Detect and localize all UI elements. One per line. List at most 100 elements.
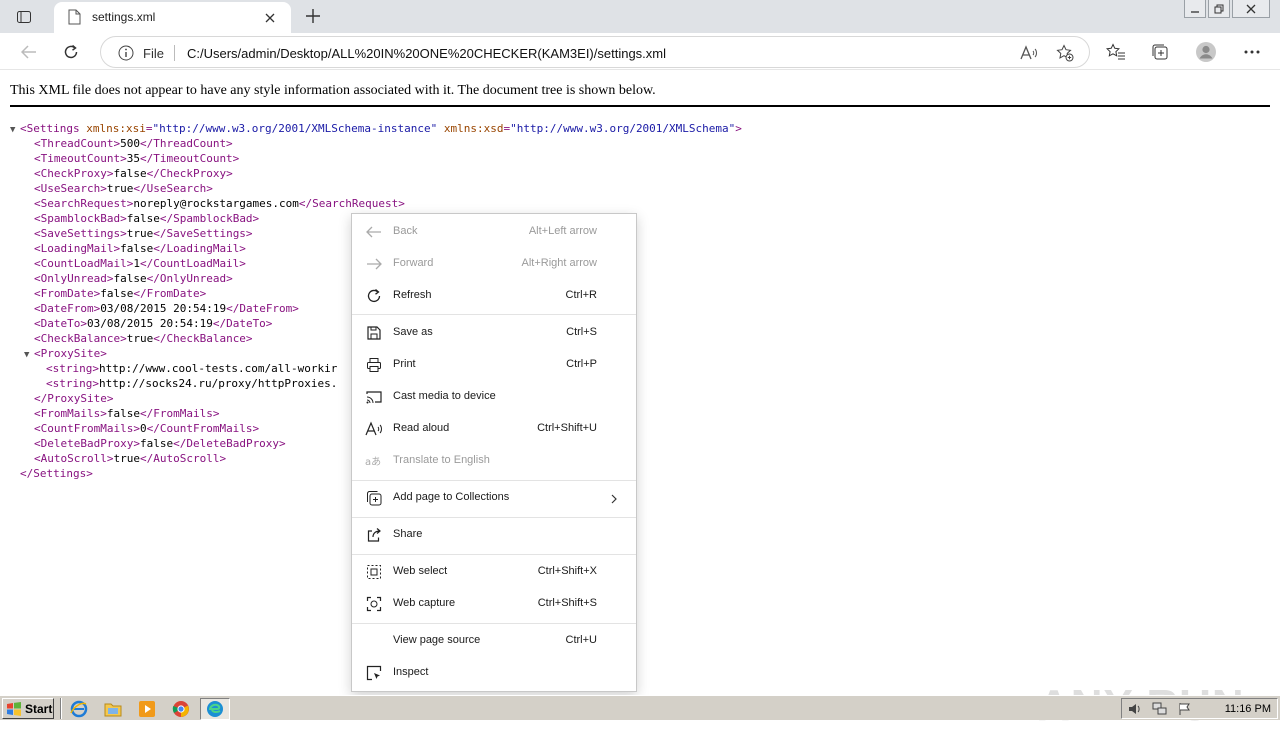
xml-element-line: <SearchRequest>noreply@rockstargames.com… [10, 196, 742, 211]
close-window-icon[interactable] [1232, 0, 1270, 18]
menu-item-web-select[interactable]: Web select Ctrl+Shift+X [352, 558, 636, 586]
network-icon[interactable] [1152, 702, 1168, 721]
menu-item-refresh[interactable]: Refresh Ctrl+R [352, 282, 636, 310]
menu-item-add-to-collections[interactable]: Add page to Collections [352, 484, 636, 512]
xml-value: 03/08/2015 20:54:19 [86, 317, 213, 330]
address-divider [174, 45, 175, 61]
menu-item-read-aloud[interactable]: Read aloud Ctrl+Shift+U [352, 415, 636, 443]
menu-item-print[interactable]: Print Ctrl+P [352, 351, 636, 379]
tab-active[interactable]: settings.xml [54, 2, 291, 33]
web-select-icon [365, 563, 383, 581]
menu-item-forward[interactable]: Forward Alt+Right arrow [352, 250, 636, 278]
xml-value: 500 [120, 137, 140, 150]
xml-value: false [120, 242, 154, 255]
chevron-right-icon [608, 492, 620, 504]
menu-item-share[interactable]: Share [352, 521, 636, 549]
menu-separator [352, 480, 636, 481]
xml-element-line: <ThreadCount>500</ThreadCount> [10, 136, 742, 151]
profile-avatar[interactable] [1193, 39, 1219, 65]
xml-tag: <ProxySite> [34, 347, 107, 360]
clock[interactable]: 11:16 PM [1225, 703, 1271, 715]
start-button[interactable]: Start [2, 698, 54, 719]
xml-open-tag: <TimeoutCount> [34, 152, 127, 165]
edge-icon [207, 701, 223, 717]
explorer-icon[interactable] [103, 699, 123, 719]
browser-toolbar: File C:/Users/admin/Desktop/ALL%20IN%20O… [0, 33, 1280, 70]
url-text[interactable]: C:/Users/admin/Desktop/ALL%20IN%20ONE%20… [187, 46, 666, 61]
xml-open-tag: <FromDate> [34, 287, 101, 300]
add-favorite-icon[interactable] [1055, 43, 1075, 63]
read-aloud-icon[interactable] [1019, 43, 1039, 63]
favorites-icon[interactable] [1103, 39, 1129, 65]
restore-icon[interactable] [1208, 0, 1230, 18]
xml-element-line: <UseSearch>true</UseSearch> [10, 181, 742, 196]
xml-close-tag: </CheckProxy> [146, 167, 233, 180]
context-menu: Back Alt+Left arrow Forward Alt+Right ar… [351, 213, 637, 692]
flag-icon[interactable] [1178, 702, 1192, 721]
xml-open-tag: <SearchRequest> [34, 197, 134, 210]
xml-close-tag: </DateTo> [212, 317, 273, 330]
collections-icon [365, 489, 383, 507]
xml-value: 0 [139, 422, 147, 435]
info-icon[interactable] [118, 45, 134, 61]
more-options-icon[interactable] [1239, 39, 1265, 65]
minimize-icon[interactable] [1184, 0, 1206, 18]
save-icon [365, 324, 383, 342]
media-player-icon[interactable] [137, 699, 157, 719]
new-tab-icon[interactable] [302, 5, 324, 27]
xml-value: true [126, 227, 154, 240]
menu-item-translate[interactable]: aあ Translate to English [352, 447, 636, 475]
tab-strip: settings.xml [0, 0, 1280, 33]
xml-value: false [139, 437, 174, 450]
arrow-left-icon [365, 223, 383, 241]
xml-value: false [126, 212, 160, 225]
xml-value: false [113, 167, 147, 180]
xml-open-tag: <CheckBalance> [34, 332, 127, 345]
menu-item-web-capture[interactable]: Web capture Ctrl+Shift+S [352, 590, 636, 618]
xml-open-tag: <SaveSettings> [34, 227, 127, 240]
xml-open-tag: <DateTo> [34, 317, 87, 330]
menu-item-view-source[interactable]: View page source Ctrl+U [352, 627, 636, 655]
close-tab-icon[interactable] [262, 10, 278, 26]
ie-icon[interactable] [69, 699, 89, 719]
xml-open-tag: <OnlyUnread> [34, 272, 114, 285]
xml-close-tag: </TimeoutCount> [139, 152, 240, 165]
menu-item-back[interactable]: Back Alt+Left arrow [352, 218, 636, 246]
xml-value: true [113, 452, 140, 465]
address-bar[interactable]: File C:/Users/admin/Desktop/ALL%20IN%20O… [100, 36, 1090, 68]
back-icon[interactable] [16, 39, 42, 65]
xml-close-tag: </OnlyUnread> [146, 272, 233, 285]
menu-item-save-as[interactable]: Save as Ctrl+S [352, 319, 636, 347]
web-capture-icon [365, 595, 383, 613]
xml-close-tag: </AutoScroll> [139, 452, 227, 465]
menu-item-inspect[interactable]: Inspect [352, 659, 636, 687]
cast-icon [365, 388, 383, 406]
collections-icon[interactable] [1147, 39, 1173, 65]
chrome-icon[interactable] [171, 699, 191, 719]
xml-open-tag: <DeleteBadProxy> [34, 437, 140, 450]
xml-close-tag: </UseSearch> [133, 182, 213, 195]
read-aloud-icon [365, 420, 383, 438]
edge-taskbar-button[interactable] [200, 698, 230, 720]
refresh-icon[interactable] [58, 39, 84, 65]
xml-attr-value: "http://www.w3.org/2001/XMLSchema-instan… [152, 122, 438, 135]
windows-logo-icon [7, 701, 21, 716]
xml-open-tag: <DateFrom> [34, 302, 101, 315]
xml-value: 03/08/2015 20:54:19 [100, 302, 227, 315]
xml-open-tag: <UseSearch> [34, 182, 107, 195]
xml-close-tag: </ThreadCount> [139, 137, 233, 150]
xml-open-tag: <SpamblockBad> [34, 212, 127, 225]
xml-open-tag: <FromMails> [34, 407, 107, 420]
xml-value: false [100, 287, 134, 300]
volume-icon[interactable] [1128, 702, 1142, 721]
notice-divider [10, 105, 1270, 107]
tab-actions-icon[interactable] [9, 6, 39, 28]
menu-item-cast[interactable]: Cast media to device [352, 383, 636, 411]
xml-value: false [106, 407, 140, 420]
xml-value: false [113, 272, 147, 285]
xml-close-tag: </DeleteBadProxy> [173, 437, 286, 450]
xml-open-tag: <CountFromMails> [34, 422, 140, 435]
menu-separator [352, 623, 636, 624]
xml-close-tag: </SearchRequest> [298, 197, 405, 210]
xml-close-tag: </SaveSettings> [153, 227, 253, 240]
